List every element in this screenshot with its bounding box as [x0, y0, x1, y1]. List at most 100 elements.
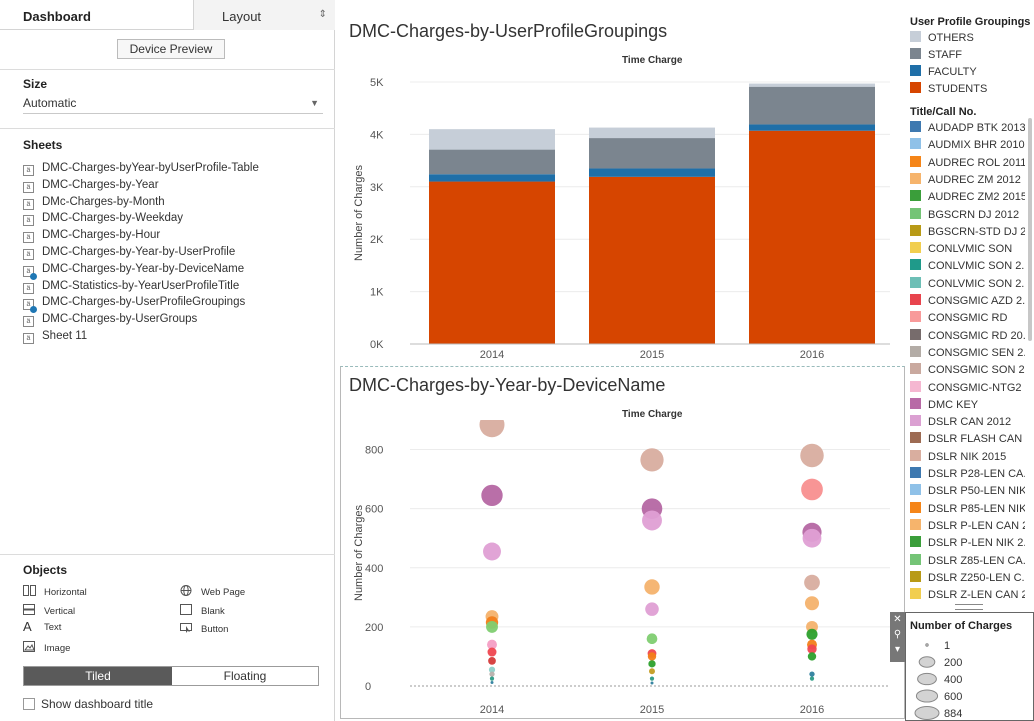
scatter-point[interactable] [640, 448, 664, 472]
scatter-point[interactable] [806, 628, 818, 640]
bar-segment[interactable] [589, 127, 715, 139]
sheet-item[interactable]: ä DMC-Charges-by-UserProfileGroupings [23, 296, 245, 314]
scatter-point[interactable] [642, 510, 662, 531]
sheet-item[interactable]: ä DMC-Charges-by-Year-by-UserProfile [23, 246, 235, 263]
legend-item[interactable]: CONSGMIC AZD 2.. [910, 294, 1025, 309]
legend-item[interactable]: AUDREC ZM 2012 [910, 172, 1025, 188]
legend-item[interactable]: CONSGMIC RD [910, 311, 1025, 326]
legend-item[interactable]: CONLVMIC SON [910, 242, 1025, 257]
legend-item[interactable]: CONSGMIC-NTG2 .. [910, 380, 1025, 396]
legend-item[interactable]: DSLR FLASH CAN .. [910, 432, 1025, 447]
scatter-point[interactable] [648, 660, 656, 668]
sheet-item[interactable]: ä DMC-Charges-by-Year [23, 179, 159, 196]
scatter-point[interactable] [801, 478, 823, 501]
size-select[interactable]: Automatic ▼ [23, 96, 323, 114]
legend-item[interactable]: DMC KEY [910, 397, 1025, 413]
scatter-point[interactable] [809, 676, 815, 681]
device-preview-button[interactable]: Device Preview [117, 39, 225, 59]
legend-item[interactable]: DSLR NIK 2015 [910, 449, 1025, 465]
legend-item[interactable]: AUDREC ROL 2011 [910, 155, 1025, 171]
scatter-point[interactable] [802, 528, 822, 548]
legend-item[interactable]: FACULTY [910, 65, 1025, 80]
sheet-item[interactable]: ä DMC-Statistics-by-YearUserProfileTitle [23, 280, 239, 297]
bar-segment[interactable] [589, 176, 715, 344]
scatter-point[interactable] [800, 443, 824, 468]
legend-item[interactable]: BGSCRN-STD DJ 2.. [910, 224, 1025, 240]
legend-item[interactable]: CONSGMIC RD 20.. [910, 328, 1025, 344]
legend-item[interactable]: DSLR Z-LEN CAN 2.. [910, 588, 1025, 603]
legend-item[interactable]: CONSGMIC SON 2.. [910, 363, 1025, 378]
scatter-point[interactable] [647, 652, 657, 661]
scatter-point[interactable] [481, 484, 503, 507]
object-vertical[interactable]: Vertical [23, 604, 75, 617]
bar-segment[interactable] [749, 130, 875, 344]
legend-item[interactable]: AUDADP BTK 2013 [910, 121, 1025, 136]
object-horizontal[interactable]: Horizontal [23, 585, 87, 598]
bar-segment[interactable] [589, 168, 715, 177]
bar-segment[interactable] [749, 124, 875, 131]
scatter-point[interactable] [807, 652, 817, 661]
scatter-point[interactable] [490, 680, 494, 684]
legend-item[interactable]: STUDENTS [910, 82, 1025, 97]
scatter-point[interactable] [804, 596, 820, 611]
sheet-item[interactable]: ä Sheet 11 [23, 330, 87, 347]
scatter-point[interactable] [804, 574, 820, 591]
sheet-item[interactable]: ä DMc-Charges-by-Month [23, 196, 165, 213]
tab-layout[interactable]: Layout ⇕ [193, 0, 335, 30]
legend-item[interactable]: BGSCRN DJ 2012 [910, 207, 1025, 223]
bar-segment[interactable] [429, 181, 555, 344]
legend-item[interactable]: DSLR P85-LEN NIK.. [910, 501, 1025, 517]
legend-item[interactable]: CONLVMIC SON 2.. [910, 259, 1025, 274]
object-blank[interactable]: Blank [180, 604, 225, 617]
object-button[interactable]: Button [180, 622, 228, 635]
legend-item[interactable]: DSLR Z85-LEN CA.. [910, 553, 1025, 569]
scatter-point[interactable] [488, 657, 496, 665]
legend-item[interactable]: DSLR Z250-LEN C.. [910, 570, 1025, 586]
bar-segment[interactable] [429, 174, 555, 182]
sheet-item[interactable]: ä DMC-Charges-byYear-byUserProfile-Table [23, 162, 259, 179]
scatter-point[interactable] [645, 602, 659, 616]
legend-item[interactable]: DSLR P28-LEN CA.. [910, 467, 1025, 482]
bar-segment[interactable] [749, 83, 875, 87]
bar-segment[interactable] [429, 129, 555, 150]
object-image[interactable]: Image [23, 641, 70, 654]
scatter-point[interactable] [649, 676, 655, 681]
bar-segment[interactable] [589, 138, 715, 169]
sheet-item[interactable]: ä DMC-Charges-by-Weekday [23, 212, 183, 229]
bar-segment[interactable] [749, 86, 875, 125]
sheet-item[interactable]: ä DMC-Charges-by-UserGroups [23, 313, 197, 330]
scatter-point[interactable] [489, 676, 495, 681]
scatter-point[interactable] [644, 579, 660, 595]
chevron-down-icon[interactable]: ▾ [890, 642, 905, 657]
legend-item[interactable]: DSLR P50-LEN NIK.. [910, 484, 1025, 499]
tab-dashboard[interactable]: Dashboard [0, 0, 193, 30]
scatter-point[interactable] [809, 671, 815, 677]
resize-handle[interactable] [955, 604, 983, 610]
scatter-point[interactable] [483, 542, 501, 561]
sheet-item[interactable]: ä DMC-Charges-by-Hour [23, 229, 160, 246]
scatter-point[interactable] [649, 668, 655, 675]
object-web-page[interactable]: Web Page [180, 585, 245, 598]
tiled-button[interactable]: Tiled [24, 667, 172, 685]
bar-segment[interactable] [429, 149, 555, 175]
legend-scrollbar[interactable] [1028, 118, 1032, 341]
scatter-point[interactable] [479, 420, 505, 438]
close-icon[interactable]: ✕ [890, 612, 905, 627]
scatter-point[interactable] [650, 681, 654, 685]
legend-item[interactable]: DSLR P-LEN CAN 2.. [910, 518, 1025, 534]
legend-item[interactable]: CONSGMIC SEN 2.. [910, 345, 1025, 361]
scatter-point[interactable] [646, 633, 658, 645]
pin-icon[interactable]: ⚲ [890, 627, 905, 642]
scatter-point[interactable] [486, 620, 498, 633]
legend-item[interactable]: OTHERS [910, 31, 1025, 46]
legend-item[interactable]: DSLR P-LEN NIK 2.. [910, 536, 1025, 551]
sheet-item[interactable]: ä DMC-Charges-by-Year-by-DeviceName [23, 263, 244, 280]
show-dashboard-title-checkbox[interactable]: Show dashboard title [23, 697, 153, 711]
scatter-point[interactable] [489, 671, 495, 677]
legend-item[interactable]: CONLVMIC SON 2.. [910, 276, 1025, 292]
legend-item[interactable]: AUDREC ZM2 2015 [910, 190, 1025, 205]
floating-button[interactable]: Floating [172, 667, 318, 685]
scatter-point[interactable] [487, 647, 497, 657]
legend-item[interactable]: DSLR CAN 2012 [910, 415, 1025, 430]
legend-item[interactable]: STAFF [910, 48, 1025, 63]
